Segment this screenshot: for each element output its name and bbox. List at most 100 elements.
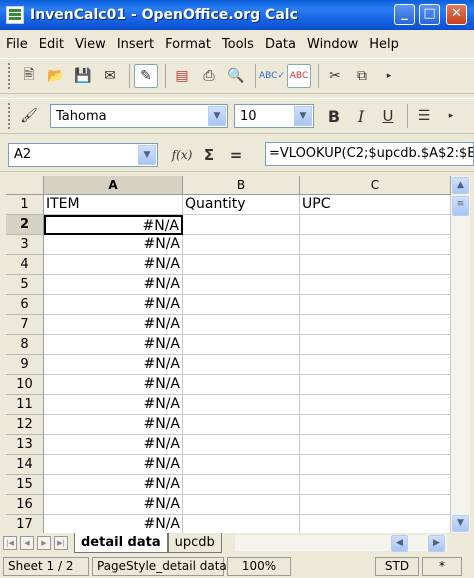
first-sheet-icon[interactable]: |◀ [3,536,17,550]
upc-cell[interactable] [300,315,451,335]
quantity-cell[interactable] [183,295,300,315]
font-size-combo[interactable]: 10 ▼ [234,104,314,128]
bold-icon[interactable]: B [322,104,346,128]
upc-cell[interactable] [300,455,451,475]
item-cell[interactable]: #N/A [44,315,183,335]
page-preview-icon[interactable]: 🔍 [224,64,248,88]
page-style[interactable]: PageStyle_detail data [92,557,227,576]
menu-data[interactable]: Data [265,37,296,52]
selection-mode[interactable]: STD [375,557,419,576]
toolbar-overflow-icon[interactable]: ▸ [439,104,463,128]
last-sheet-icon[interactable]: ▶| [54,536,68,550]
tab-detail-data[interactable]: detail data [74,533,168,553]
row-header[interactable]: 14 [6,455,44,475]
quantity-cell[interactable] [183,495,300,515]
horizontal-scrollbar[interactable]: ◀ ▶ [235,535,447,552]
cut-icon[interactable]: ✂ [323,64,347,88]
upc-cell[interactable] [300,255,451,275]
upc-cell[interactable] [300,495,451,515]
row-header[interactable]: 10 [6,375,44,395]
item-cell[interactable]: #N/A [44,415,183,435]
header-cell[interactable]: Quantity [183,195,300,215]
scroll-left-icon[interactable]: ◀ [391,535,408,552]
open-folder-icon[interactable]: 📂 [44,64,68,88]
chevron-down-icon[interactable]: ▼ [208,106,226,126]
menu-format[interactable]: Format [165,37,211,52]
upc-cell[interactable] [300,515,451,533]
chevron-down-icon[interactable]: ▼ [294,106,312,126]
formula-input[interactable]: =VLOOKUP(C2;$upcdb.$A$2:$B$2 [265,142,474,166]
quantity-cell[interactable] [183,215,300,235]
function-icon[interactable]: = [224,143,248,167]
quantity-cell[interactable] [183,315,300,335]
upc-cell[interactable] [300,275,451,295]
font-name-combo[interactable]: Tahoma ▼ [50,104,228,128]
maximize-button[interactable]: □ [419,4,440,25]
quantity-cell[interactable] [183,255,300,275]
upc-cell[interactable] [300,215,451,235]
item-cell[interactable]: #N/A [44,455,183,475]
vertical-scrollbar[interactable]: ▲ ≡ ▼ [451,176,470,533]
select-all-corner[interactable] [6,176,44,195]
quantity-cell[interactable] [183,235,300,255]
quantity-cell[interactable] [183,515,300,533]
chevron-down-icon[interactable]: ▼ [138,144,156,165]
close-button[interactable]: ✕ [446,4,467,25]
prev-sheet-icon[interactable]: ◀ [20,536,34,550]
name-box[interactable]: A2 ▼ [8,142,158,167]
scroll-right-icon[interactable]: ▶ [428,535,445,552]
function-wizard-icon[interactable]: f(x) [170,143,194,167]
quantity-cell[interactable] [183,375,300,395]
sum-icon[interactable]: Σ [197,143,221,167]
spellcheck-icon[interactable]: ABC✓ [259,64,285,88]
item-cell[interactable]: #N/A [44,335,183,355]
quantity-cell[interactable] [183,275,300,295]
upc-cell[interactable] [300,235,451,255]
column-header-b[interactable]: B [183,176,300,195]
item-cell[interactable]: #N/A [44,395,183,415]
quantity-cell[interactable] [183,355,300,375]
menu-help[interactable]: Help [369,37,399,52]
quantity-cell[interactable] [183,395,300,415]
row-header[interactable]: 1 [6,195,44,215]
italic-icon[interactable]: I [349,104,373,128]
upc-cell[interactable] [300,375,451,395]
row-header[interactable]: 4 [6,255,44,275]
spreadsheet-grid[interactable]: A B C 1 ITEM Quantity UPC 2 #N/A 3 #N/A 4 #N/A 5 #N… [6,176,451,533]
row-header[interactable]: 9 [6,355,44,375]
row-header[interactable]: 7 [6,315,44,335]
menu-view[interactable]: View [75,37,106,52]
item-cell[interactable]: #N/A [44,355,183,375]
upc-cell[interactable] [300,295,451,315]
align-left-icon[interactable]: ☰ [412,104,436,128]
upc-cell[interactable] [300,435,451,455]
row-header[interactable]: 8 [6,335,44,355]
minimize-button[interactable]: _ [394,4,415,25]
save-icon[interactable]: 💾 [71,64,95,88]
row-header[interactable]: 5 [6,275,44,295]
row-header[interactable]: 2 [6,215,44,235]
copy-icon[interactable]: ⧉ [350,64,374,88]
row-header[interactable]: 12 [6,415,44,435]
item-cell[interactable]: #N/A [44,275,183,295]
row-header[interactable]: 13 [6,435,44,455]
item-cell[interactable]: #N/A [44,255,183,275]
next-sheet-icon[interactable]: ▶ [37,536,51,550]
quantity-cell[interactable] [183,335,300,355]
row-header[interactable]: 17 [6,515,44,533]
row-header[interactable]: 6 [6,295,44,315]
upc-cell[interactable] [300,395,451,415]
menu-window[interactable]: Window [307,37,358,52]
toolbar-grip[interactable] [8,63,11,89]
item-cell[interactable]: #N/A [44,435,183,455]
column-header-c[interactable]: C [300,176,451,195]
active-cell[interactable]: #N/A [44,215,183,235]
quantity-cell[interactable] [183,455,300,475]
underline-icon[interactable]: U [376,104,400,128]
item-cell[interactable]: #N/A [44,495,183,515]
quantity-cell[interactable] [183,435,300,455]
quantity-cell[interactable] [183,415,300,435]
stylist-icon[interactable]: 🖌 [17,104,41,128]
autospellcheck-icon[interactable]: ABC [287,64,311,88]
scroll-down-icon[interactable]: ▼ [452,515,469,532]
